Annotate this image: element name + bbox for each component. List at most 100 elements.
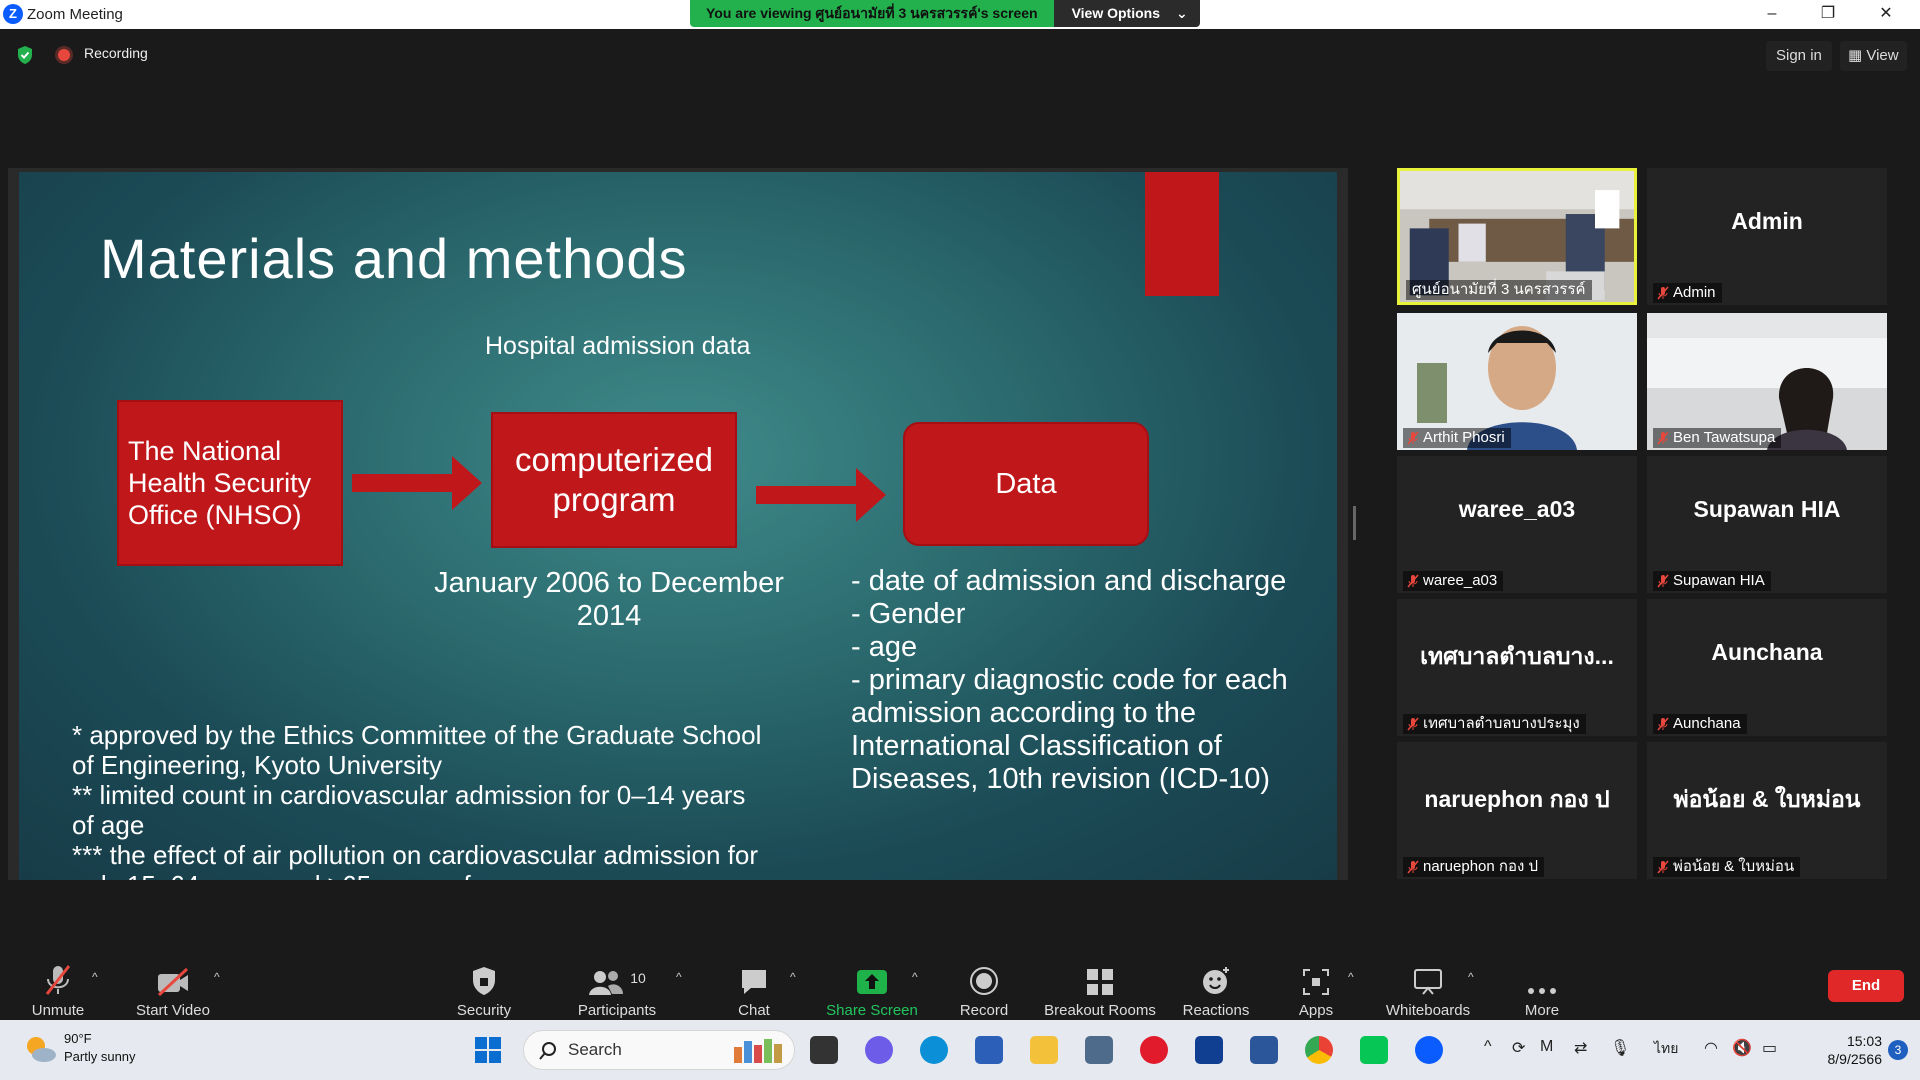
program-box-label: computerized program	[514, 441, 714, 518]
footnotes: * approved by the Ethics Committee of th…	[72, 720, 772, 880]
minimize-button[interactable]: –	[1744, 0, 1800, 29]
restore-button[interactable]: ❐	[1800, 0, 1856, 29]
zoom-app-icon[interactable]	[1415, 1036, 1443, 1064]
sign-in-button[interactable]: Sign in	[1766, 41, 1832, 71]
record-button[interactable]: Record	[950, 950, 1018, 1020]
gmail-icon[interactable]: M	[1540, 1038, 1553, 1056]
microphone-icon[interactable]: 🎙	[1610, 1038, 1630, 1058]
show-hidden-icons-icon[interactable]: ^	[1484, 1038, 1492, 1056]
weather-widget[interactable]: 90°F Partly sunny	[64, 1030, 136, 1066]
clock-date: 8/9/2566	[1827, 1051, 1883, 1067]
chat-bubble-icon	[742, 970, 766, 994]
teams-chat-icon[interactable]	[865, 1036, 893, 1064]
whiteboards-label: Whiteboards	[1385, 1002, 1471, 1019]
meeting-toolbar: Unmute ^ Start Video ^ Security 10 Parti…	[0, 950, 1920, 1020]
security-label: Security	[456, 1002, 512, 1019]
participants-count: 10	[630, 970, 646, 986]
input-language[interactable]: ไทย	[1654, 1038, 1678, 1060]
chat-caret-icon[interactable]: ^	[790, 970, 796, 984]
participant-tile[interactable]: เทศบาลตำบลบาง... เทศบาลตำบลบางประมุง	[1397, 599, 1637, 736]
encryption-shield-icon[interactable]	[16, 45, 34, 65]
smiley-icon	[1203, 967, 1229, 994]
system-clock[interactable]: 15:03 8/9/2566	[1796, 1032, 1883, 1068]
video-tile[interactable]: Ben Tawatsupa	[1647, 313, 1887, 450]
participant-tile[interactable]: Supawan HIA Supawan HIA	[1647, 456, 1887, 593]
record-icon	[970, 967, 998, 995]
remote-desktop-icon[interactable]	[1085, 1036, 1113, 1064]
end-meeting-button[interactable]: End	[1828, 970, 1904, 1002]
microsoft-store-icon[interactable]	[975, 1036, 1003, 1064]
share-banner: You are viewing ศูนย์อนามัยที่ 3 นครสวรร…	[690, 0, 1200, 27]
arrow-right-icon	[352, 456, 482, 510]
security-button[interactable]: Security	[446, 950, 522, 1020]
zoom-logo-icon: Z	[3, 4, 23, 24]
bullet-item: - date of admission and discharge	[851, 565, 1287, 597]
windows-start-icon[interactable]	[474, 1036, 502, 1064]
speaker-muted-icon[interactable]: 🔇	[1732, 1038, 1752, 1058]
window-title: Zoom Meeting	[27, 6, 123, 23]
close-button[interactable]: ✕	[1858, 0, 1914, 29]
record-label: Record	[959, 1002, 1009, 1019]
video-options-caret-icon[interactable]: ^	[214, 970, 220, 984]
participant-tile[interactable]: waree_a03 waree_a03	[1397, 456, 1637, 593]
mic-muted-icon	[1657, 860, 1669, 874]
mic-muted-icon	[1407, 431, 1419, 445]
share-screen-button[interactable]: Share Screen	[824, 950, 920, 1020]
participant-label-text: Ben Tawatsupa	[1673, 429, 1776, 446]
reactions-button[interactable]: Reactions	[1176, 950, 1256, 1020]
breakout-rooms-button[interactable]: Breakout Rooms	[1040, 950, 1160, 1020]
participant-label: Admin	[1653, 283, 1722, 303]
participant-label: Arthit Phosri	[1403, 428, 1511, 448]
view-button[interactable]: ▦ View	[1840, 41, 1907, 71]
wifi-icon[interactable]: ◠	[1704, 1038, 1718, 1058]
battery-icon[interactable]: ▭	[1762, 1038, 1777, 1058]
chrome-browser-icon[interactable]	[1305, 1036, 1333, 1064]
view-options-button[interactable]: View Options ⌄	[1053, 0, 1200, 27]
participant-label-text: เทศบาลตำบลบางประมุง	[1423, 715, 1580, 732]
unmute-label: Unmute	[31, 1002, 85, 1019]
weather-partly-sunny-icon[interactable]	[24, 1034, 58, 1064]
more-label: More	[1524, 1002, 1560, 1019]
nhso-box: The National Health Security Office (NHS…	[117, 400, 343, 566]
task-view-icon[interactable]	[810, 1036, 838, 1064]
participant-tile[interactable]: Admin Admin	[1647, 168, 1887, 305]
notification-badge[interactable]: 3	[1888, 1040, 1908, 1060]
webex-icon[interactable]	[1195, 1036, 1223, 1064]
edge-browser-icon[interactable]	[920, 1036, 948, 1064]
footnote: * approved by the Ethics Committee of th…	[72, 720, 762, 780]
unmute-button[interactable]: Unmute	[22, 950, 94, 1020]
whiteboards-button[interactable]: Whiteboards	[1380, 950, 1476, 1020]
network-adapter-icon[interactable]: ⇄	[1574, 1038, 1587, 1058]
video-tile[interactable]: Arthit Phosri	[1397, 313, 1637, 450]
participant-label-text: naruephon กอง ป	[1423, 858, 1539, 875]
apps-button[interactable]: Apps	[1290, 950, 1342, 1020]
more-button[interactable]: More	[1514, 950, 1570, 1020]
audio-options-caret-icon[interactable]: ^	[92, 970, 98, 984]
participant-tile[interactable]: Aunchana Aunchana	[1647, 599, 1887, 736]
participants-caret-icon[interactable]: ^	[676, 970, 682, 984]
program-box: computerized program	[491, 412, 737, 548]
line-app-icon[interactable]	[1360, 1036, 1388, 1064]
apps-caret-icon[interactable]: ^	[1348, 970, 1354, 984]
sync-icon[interactable]: ⟳	[1512, 1038, 1525, 1058]
participant-tile[interactable]: naruephon กอง ป naruephon กอง ป	[1397, 742, 1637, 879]
breakout-rooms-label: Breakout Rooms	[1044, 1002, 1156, 1019]
data-box-label: Data	[995, 467, 1057, 500]
participants-button[interactable]: 10 Participants	[572, 950, 662, 1020]
participant-label-text: Aunchana	[1673, 715, 1741, 732]
start-video-button[interactable]: Start Video	[130, 950, 216, 1020]
chat-button[interactable]: Chat	[722, 950, 786, 1020]
more-dots-icon	[1528, 988, 1556, 994]
file-explorer-icon[interactable]	[1030, 1036, 1058, 1064]
participant-tile[interactable]: พ่อน้อย & ใบหม่อน พ่อน้อย & ใบหม่อน	[1647, 742, 1887, 879]
opera-browser-icon[interactable]	[1140, 1036, 1168, 1064]
participant-label-text: Arthit Phosri	[1423, 429, 1505, 446]
word-icon[interactable]	[1250, 1036, 1278, 1064]
taskbar-search[interactable]: Search	[523, 1030, 795, 1070]
search-placeholder: Search	[568, 1040, 622, 1059]
share-caret-icon[interactable]: ^	[912, 970, 918, 984]
view-options-label: View Options	[1071, 5, 1161, 21]
panel-resize-handle[interactable]	[1353, 506, 1356, 540]
video-tile[interactable]: ศูนย์อนามัยที่ 3 นครสวรรค์	[1397, 168, 1637, 305]
whiteboards-caret-icon[interactable]: ^	[1468, 970, 1474, 984]
